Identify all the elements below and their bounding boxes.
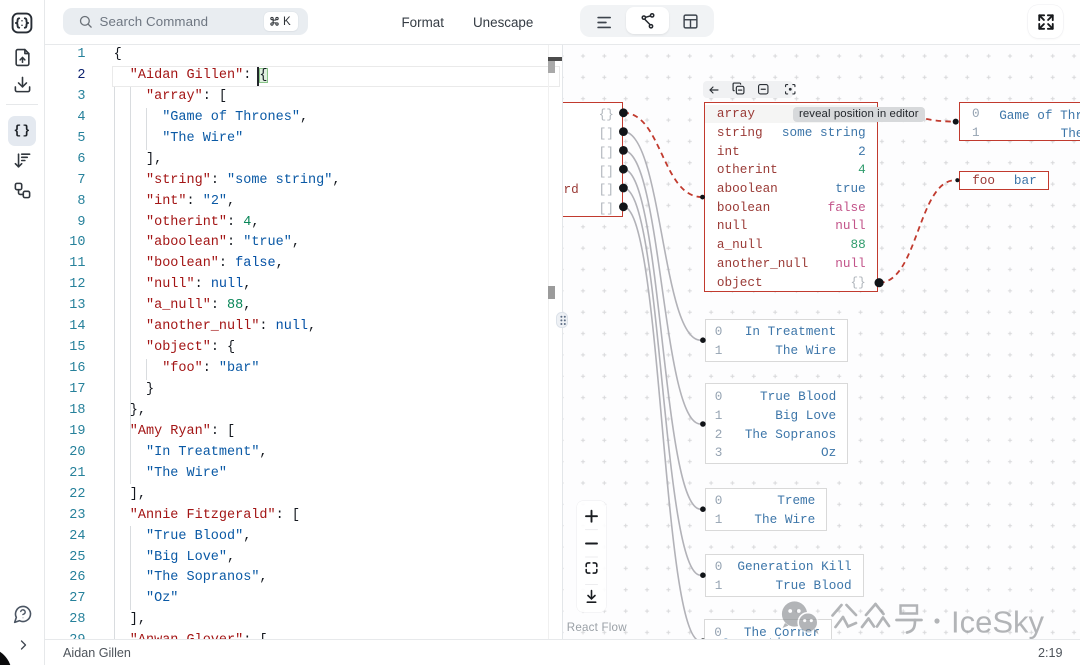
svg-text:IceSky: IceSky bbox=[951, 605, 1045, 639]
